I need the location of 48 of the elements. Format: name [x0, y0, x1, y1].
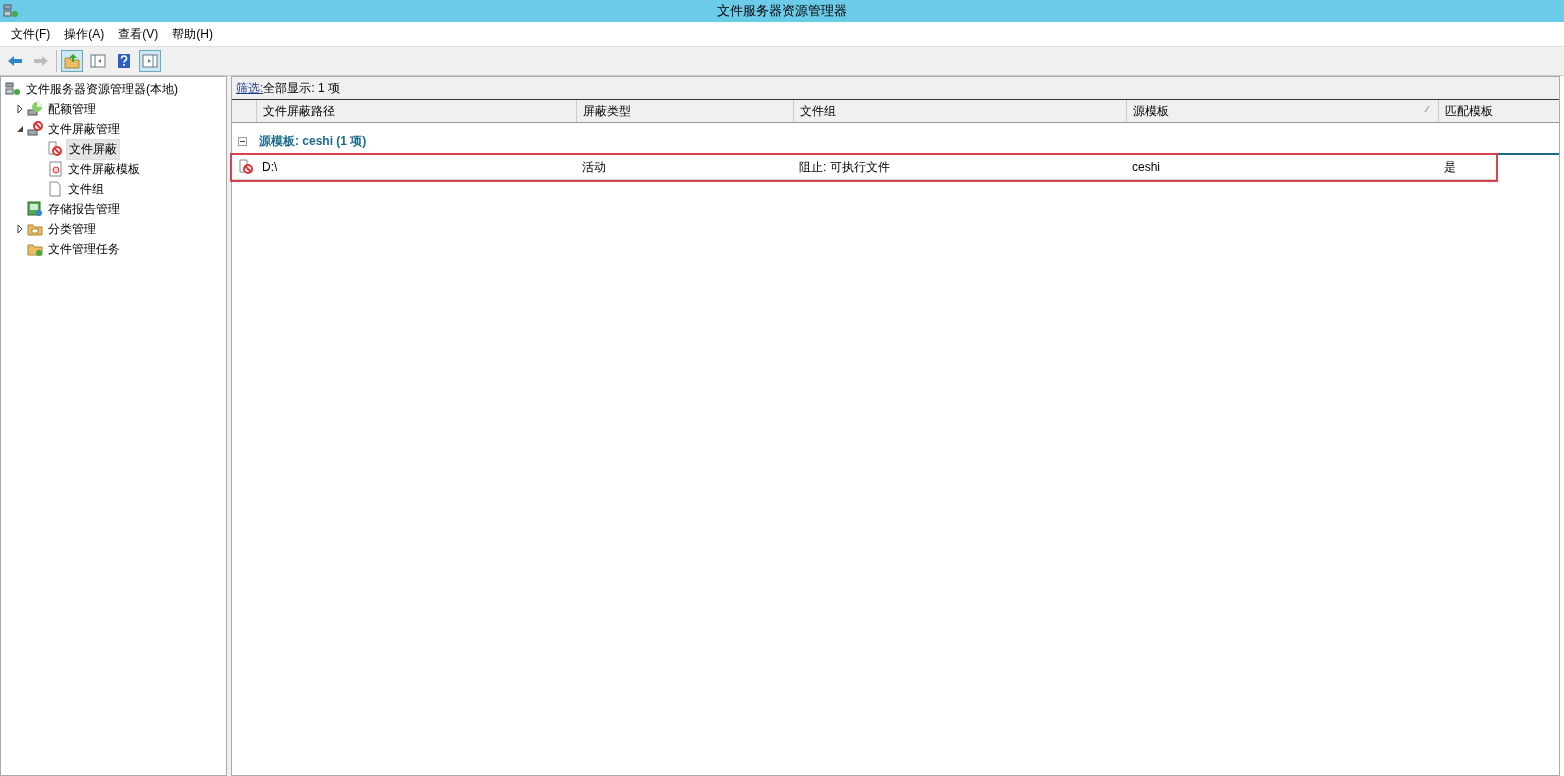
- folder-up-icon: [64, 53, 80, 69]
- file-screen-icon: [237, 159, 254, 175]
- quota-icon: [27, 101, 43, 117]
- tree-item[interactable]: 文件屏蔽管理: [46, 119, 122, 139]
- collapse-toggle[interactable]: [238, 136, 247, 146]
- tree-item[interactable]: 文件组: [66, 179, 106, 199]
- tree-item[interactable]: 存储报告管理: [46, 199, 122, 219]
- report-icon: [27, 201, 43, 217]
- menu-item[interactable]: 帮助(H): [165, 23, 220, 45]
- app-icon: [3, 3, 19, 19]
- help-icon: [116, 53, 132, 69]
- table-cell: 是: [1444, 159, 1456, 174]
- back-arrow-icon: [7, 53, 23, 69]
- panel-right-icon: [142, 53, 158, 69]
- forward-arrow-icon: [33, 53, 49, 69]
- table-cell: ceshi: [1132, 160, 1160, 174]
- server-icon: [5, 81, 21, 97]
- tree-item[interactable]: 分类管理: [46, 219, 98, 239]
- table-row[interactable]: D:\ 活动 阻止: 可执行文件 ceshi 是: [232, 155, 1496, 180]
- template-icon: [47, 161, 63, 177]
- column-header[interactable]: 源模板: [1126, 100, 1438, 122]
- menu-item[interactable]: 文件(F): [4, 23, 58, 45]
- toolbar-button[interactable]: [139, 50, 161, 72]
- column-header[interactable]: 屏蔽类型: [576, 100, 793, 122]
- tree-item[interactable]: 文件服务器资源管理器(本地): [24, 79, 180, 99]
- group-header: 源模板: ceshi (1 项): [259, 132, 367, 150]
- screen-item-icon: [47, 141, 63, 157]
- classification-icon: [27, 221, 43, 237]
- tree-item[interactable]: 文件屏蔽模板: [66, 159, 142, 179]
- sort-icon: [1424, 105, 1430, 113]
- file-group-icon: [47, 181, 63, 197]
- task-icon: [27, 241, 43, 257]
- table-cell: 阻止: 可执行文件: [799, 159, 890, 174]
- tree-item[interactable]: 文件管理任务: [46, 239, 122, 259]
- menu-item[interactable]: 操作(A): [57, 23, 112, 45]
- filter-link[interactable]: 筛选:: [236, 79, 264, 97]
- table-cell: 活动: [582, 159, 606, 174]
- column-header[interactable]: 匹配模板: [1438, 100, 1556, 122]
- table-cell: D:\: [262, 160, 278, 174]
- window-title: 文件服务器资源管理器: [717, 3, 847, 18]
- tree-item[interactable]: 文件屏蔽: [66, 138, 120, 160]
- column-header[interactable]: 文件屏蔽路径: [256, 100, 576, 122]
- panel-left-icon: [90, 53, 106, 69]
- menu-item[interactable]: 查看(V): [111, 23, 166, 45]
- screen-icon: [27, 121, 43, 137]
- tree-item[interactable]: 配额管理: [46, 99, 98, 119]
- column-header[interactable]: 文件组: [793, 100, 1126, 122]
- filter-status: 全部显示: 1 项: [263, 79, 341, 97]
